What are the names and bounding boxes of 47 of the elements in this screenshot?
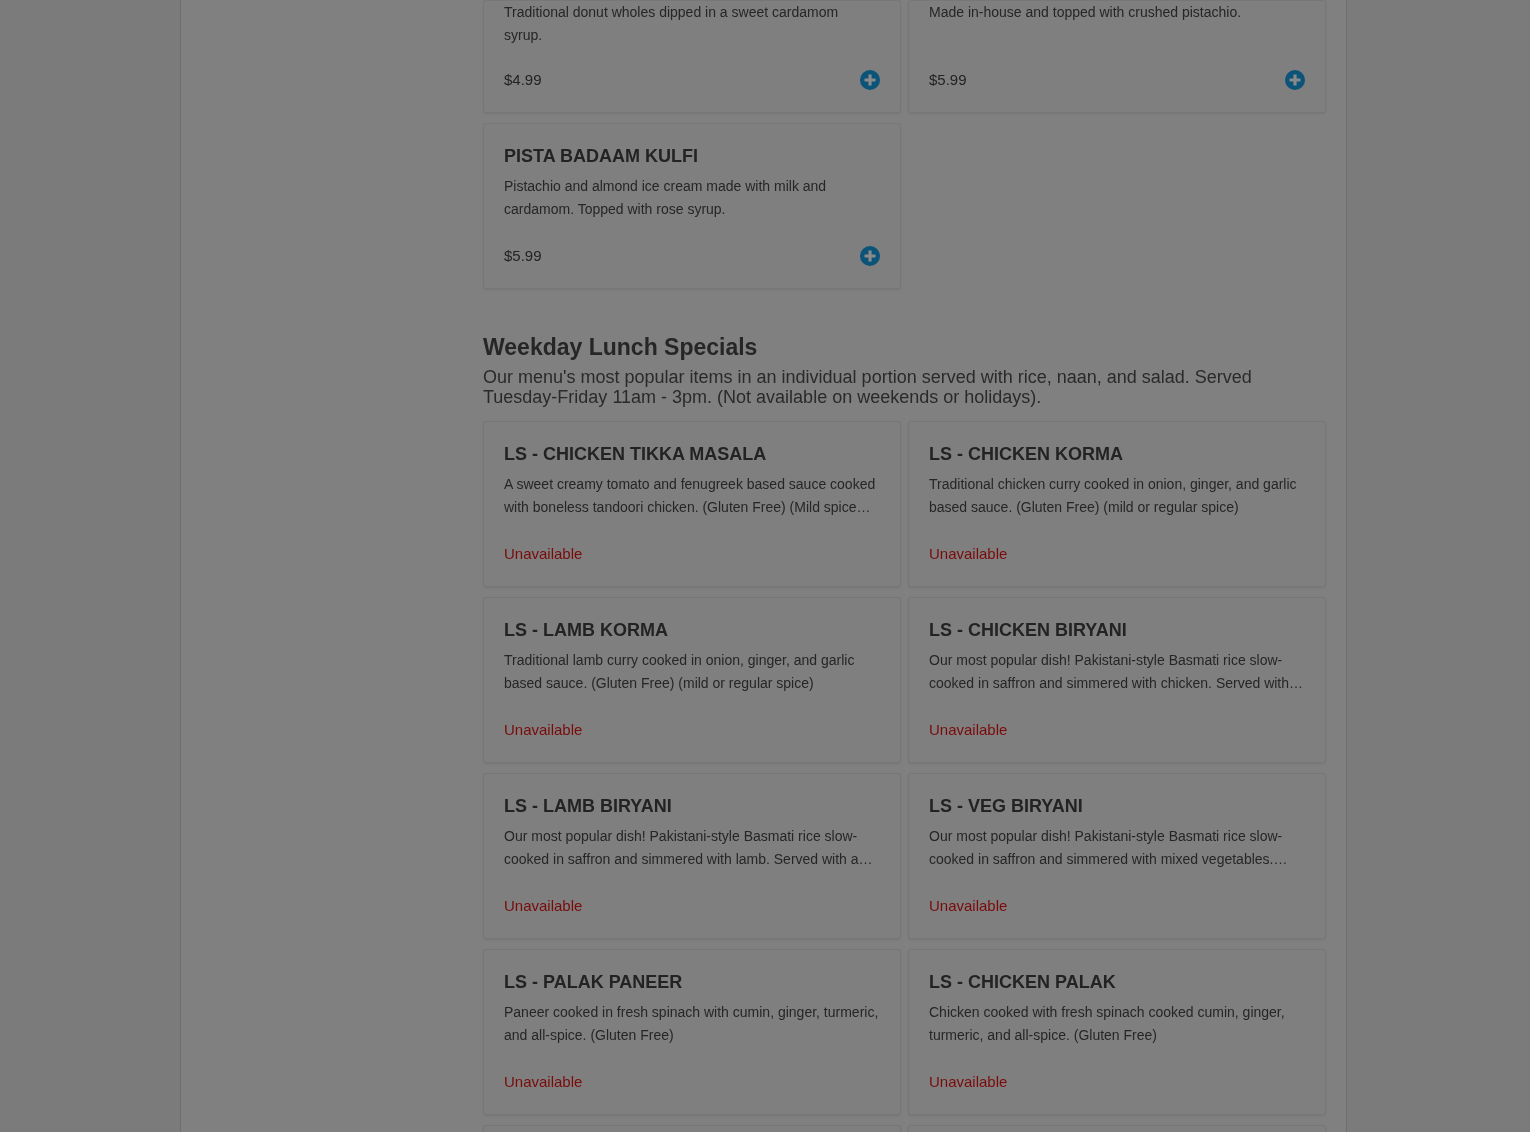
item-description: Traditional lamb curry cooked in onion, ginger, and garlic based sauce. (Gluten Free) (mild or regular spice) [504,651,856,693]
menu-item-card[interactable]: LS - CHICKEN KORMA Traditional chicken curry cooked in onion, ginger, and garlic based sauce. (Gluten Free) (mild or regular spice) Unavailable [908,421,1326,587]
item-description: Our most popular dish! Pakistani-style Basmati rice slow-cooked in saffron and simmered with lamb. Served with a… [504,827,874,869]
item-name: LS - LAMB KORMA [504,619,669,641]
section-heading: Weekday Lunch Specials [483,333,759,361]
item-description: A sweet creamy tomato and fenugreek based sauce cooked with boneless tandoori chicken. (Gluten Free) (Mild spice… [504,475,877,517]
menu-item-card[interactable]: LS - LAMB BIRYANI Our most popular dish! Pakistani-style Basmati rice slow-cooked in saffron and simmered with lamb. Served with a… Unavailable [483,773,901,939]
availability-status: Unavailable [929,544,1008,564]
item-name: LS - VEG BIRYANI [929,795,1084,817]
menu-item-card[interactable]: LS - LAMB KORMA Traditional lamb curry cooked in onion, ginger, and garlic based sauce. (Gluten Free) (mild or regular spice) Unavailable [483,597,901,763]
availability-status: Unavailable [504,1072,583,1092]
availability-status: Unavailable [929,720,1008,740]
item-name: LS - CHICKEN PALAK [929,971,1117,993]
menu-item-card[interactable]: LS - CHICKEN TIKKA MASALA A sweet creamy tomato and fenugreek based sauce cooked with boneless tandoori chicken. (Gluten Free) (Mild spice… Unavailable [483,421,901,587]
add-icon[interactable] [860,246,880,266]
section-description: Our menu's most popular items in an individual portion served with rice, naan, and salad. Served Tuesday-Friday 11am - 3pm. (Not available on weekends or holidays). [483,367,1253,407]
menu-item-card[interactable]: Traditional donut wholes dipped in a sweet cardamom syrup. $4.99 [483,0,901,113]
item-name: LS - CHICKEN KORMA [929,443,1124,465]
item-description: Traditional chicken curry cooked in onion, ginger, and garlic based sauce. (Gluten Free) (mild or regular spice) [929,475,1298,517]
menu-item-card[interactable]: LS - PALAK PANEER Paneer cooked in fresh spinach with cumin, ginger, turmeric, and all-spice. (Gluten Free) Unavailable [483,949,901,1115]
item-name: LS - CHICKEN BIRYANI [929,619,1128,641]
item-price: $5.99 [929,70,967,90]
availability-status: Unavailable [504,544,583,564]
availability-status: Unavailable [929,1072,1008,1092]
add-icon[interactable] [860,70,880,90]
item-description: Pistachio and almond ice cream made with milk and cardamom. Topped with rose syrup. [504,177,828,219]
menu-item-card[interactable]: PISTA BADAAM KULFI Pistachio and almond ice cream made with milk and cardamom. Topped with rose syrup. $5.99 [483,123,901,289]
item-description: Paneer cooked in fresh spinach with cumin, ginger, turmeric, and all-spice. (Gluten Free) [504,1003,880,1045]
availability-status: Unavailable [504,720,583,740]
item-price: $5.99 [504,246,542,266]
availability-status: Unavailable [504,896,583,916]
menu-item-card[interactable]: LS - CHICKEN PALAK Chicken cooked with fresh spinach cooked cumin, ginger, turmeric, and all-spice. (Gluten Free) Unavailable [908,949,1326,1115]
item-name: PISTA BADAAM KULFI [504,145,699,167]
item-description: Made in-house and topped with crushed pistachio. [929,3,1243,22]
menu-item-card[interactable]: LS - CHICKEN BIRYANI Our most popular dish! Pakistani-style Basmati rice slow-cooked in saffron and simmered with chicken. Served with… Unavailable [908,597,1326,763]
menu-item-card[interactable]: Made in-house and topped with crushed pistachio. $5.99 [908,0,1326,113]
item-price: $4.99 [504,70,542,90]
item-description: Our most popular dish! Pakistani-style Basmati rice slow-cooked in saffron and simmered with chicken. Served with… [929,651,1305,693]
item-description: Traditional donut wholes dipped in a sweet cardamom syrup. [504,3,840,45]
item-description: Our most popular dish! Pakistani-style Basmati rice slow-cooked in saffron and simmered with mixed vegetables.… [929,827,1289,869]
item-name: LS - LAMB BIRYANI [504,795,673,817]
add-icon[interactable] [1285,70,1305,90]
menu-item-card[interactable]: LS - VEG BIRYANI Our most popular dish! Pakistani-style Basmati rice slow-cooked in saffron and simmered with mixed vegetables.… Unavailable [908,773,1326,939]
item-description: Chicken cooked with fresh spinach cooked cumin, ginger, turmeric, and all-spice. (Gluten Free) [929,1003,1286,1045]
item-name: LS - PALAK PANEER [504,971,684,993]
item-name: LS - CHICKEN TIKKA MASALA [504,443,768,465]
availability-status: Unavailable [929,896,1008,916]
